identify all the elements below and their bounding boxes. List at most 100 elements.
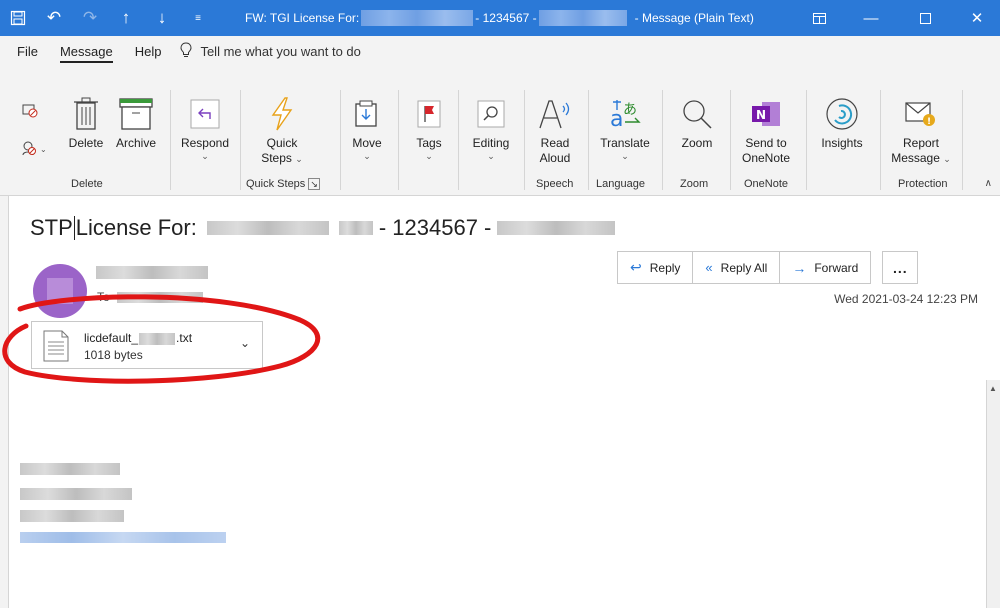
quick-steps-button[interactable]: Quick Steps ⌄ xyxy=(254,94,310,166)
divider xyxy=(962,90,963,190)
reply-icon xyxy=(190,94,220,134)
junk-icon[interactable]: ⌄ xyxy=(22,140,48,159)
archive-icon xyxy=(119,94,153,134)
search-icon xyxy=(477,94,505,134)
tab-help[interactable]: Help xyxy=(124,36,173,66)
redacted-body-line xyxy=(20,463,120,475)
group-language: Language xyxy=(596,178,645,190)
scroll-up-icon[interactable]: ▲ xyxy=(986,380,1000,396)
attachment-card[interactable]: licdefault_ .txt 1018 bytes ⌄ xyxy=(31,321,263,369)
chevron-down-icon: ⌄ xyxy=(363,151,371,161)
divider xyxy=(458,90,459,190)
redo-icon[interactable]: ↷ xyxy=(72,0,108,36)
zoom-label: Zoom xyxy=(681,136,713,150)
archive-button[interactable]: Archive xyxy=(110,94,162,151)
close-icon[interactable]: ✕ xyxy=(954,0,1000,36)
avatar[interactable] xyxy=(33,264,87,318)
delete-button[interactable]: Delete xyxy=(62,94,110,151)
trash-icon xyxy=(73,94,99,134)
onenote-label2: OneNote xyxy=(741,151,791,165)
lightning-icon xyxy=(269,94,295,134)
respond-button[interactable]: Respond ⌄ xyxy=(176,94,234,161)
forward-label: Forward xyxy=(814,260,859,275)
window-title: FW: TGI License For: - 1234567 - - Messa… xyxy=(245,0,754,36)
scrollbar[interactable] xyxy=(986,380,1000,608)
down-arrow-icon[interactable]: ↓ xyxy=(144,0,180,36)
report-message-button[interactable]: ! Report Message ⌄ xyxy=(888,94,954,166)
ignore-icon[interactable] xyxy=(22,102,38,121)
chevron-down-icon[interactable]: ⌄ xyxy=(240,336,250,350)
move-button[interactable]: Move ⌄ xyxy=(344,94,390,161)
reply-all-button[interactable]: « Reply All xyxy=(692,251,781,284)
avatar-initials-redacted xyxy=(47,278,73,304)
restore-ribbon-icon[interactable] xyxy=(796,0,842,36)
tab-file[interactable]: File xyxy=(6,36,49,66)
divider xyxy=(340,90,341,190)
tags-button[interactable]: Tags ⌄ xyxy=(406,94,452,161)
report-label2: Message ⌄ xyxy=(891,151,951,165)
left-border xyxy=(0,196,9,608)
svg-text:⌄: ⌄ xyxy=(40,145,47,154)
reply-label: Reply xyxy=(649,260,681,275)
read-aloud-button[interactable]: Read Aloud xyxy=(530,94,580,166)
customize-icon[interactable]: ≡ xyxy=(180,0,216,36)
read-label1: Read xyxy=(540,136,570,150)
editing-button[interactable]: Editing ⌄ xyxy=(466,94,516,161)
forward-button[interactable]: → Forward xyxy=(779,251,872,284)
svg-text:N: N xyxy=(756,108,766,122)
chevron-down-icon: ⌄ xyxy=(487,151,495,161)
send-to-onenote-button[interactable]: N Send to OneNote xyxy=(734,94,798,166)
ribbon: ⌄ Delete Archive Respond ⌄ Quick Steps ⌄… xyxy=(0,66,1000,196)
read-aloud-icon xyxy=(538,94,572,134)
insights-label: Insights xyxy=(821,136,863,150)
group-delete: Delete xyxy=(71,178,103,190)
chevron-down-icon: ⌄ xyxy=(425,151,433,161)
redacted-text xyxy=(497,221,616,235)
divider xyxy=(880,90,881,190)
tell-me-label: Tell me what you want to do xyxy=(200,43,361,59)
chevron-down-icon: ⌄ xyxy=(201,151,209,161)
tab-message[interactable]: Message xyxy=(49,36,124,66)
minimize-icon[interactable]: — xyxy=(848,0,894,36)
insights-icon xyxy=(825,94,859,134)
forward-icon: → xyxy=(792,259,807,276)
group-zoom: Zoom xyxy=(680,178,709,190)
zoom-button[interactable]: Zoom xyxy=(670,94,724,151)
up-arrow-icon[interactable]: ↑ xyxy=(108,0,144,36)
redacted-text xyxy=(338,221,373,235)
text-cursor xyxy=(73,216,75,240)
attachment-name: licdefault_ .txt xyxy=(84,331,193,345)
collapse-ribbon-icon[interactable]: ∧ xyxy=(985,178,992,189)
read-label2: Aloud xyxy=(539,151,571,165)
svg-text:a: a xyxy=(610,107,623,130)
redacted-link[interactable] xyxy=(20,532,226,543)
group-quick-steps: Quick Steps ↘ xyxy=(246,178,320,190)
redacted-body-line xyxy=(20,510,124,522)
group-protection: Protection xyxy=(898,178,948,190)
undo-icon[interactable]: ↶ xyxy=(36,0,72,36)
translate-label: Translate xyxy=(600,136,650,150)
insights-button[interactable]: Insights xyxy=(812,94,872,151)
redacted-sender-name xyxy=(96,266,208,279)
tell-me-search[interactable]: Tell me what you want to do xyxy=(180,41,361,61)
maximize-icon[interactable] xyxy=(902,0,948,36)
title-prefix: FW: TGI License For: xyxy=(245,11,360,25)
report-label1: Report xyxy=(902,136,940,150)
translate-icon: aあ xyxy=(609,94,641,134)
lightbulb-icon xyxy=(180,41,192,61)
title-suffix: - Message (Plain Text) xyxy=(634,11,754,25)
title-bar: ↶ ↷ ↑ ↓ ≡ FW: TGI License For: - 1234567… xyxy=(0,0,1000,36)
text-file-icon xyxy=(42,330,70,365)
reply-button[interactable]: ↩ Reply xyxy=(617,251,694,284)
divider xyxy=(662,90,663,190)
group-speech: Speech xyxy=(536,178,574,190)
more-actions-button[interactable]: ... xyxy=(882,251,919,284)
save-icon[interactable] xyxy=(0,0,36,36)
ribbon-tabs: File Message Help Tell me what you want … xyxy=(0,36,1000,66)
zoom-icon xyxy=(681,94,713,134)
redacted-body-line xyxy=(20,488,132,500)
attachment-size: 1018 bytes xyxy=(84,348,143,362)
divider xyxy=(806,90,807,190)
translate-button[interactable]: aあ Translate ⌄ xyxy=(594,94,656,161)
svg-text:!: ! xyxy=(927,117,931,127)
